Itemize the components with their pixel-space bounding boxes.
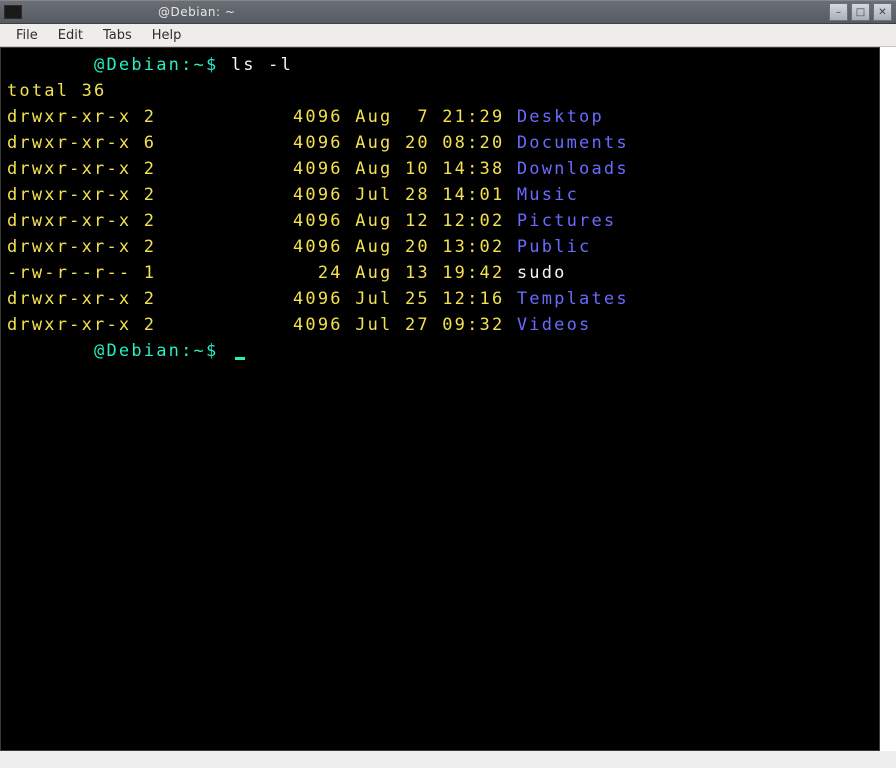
prompt-line: @Debian:~$ ls -l bbox=[7, 52, 873, 78]
ls-perms: drwxr-xr-x 2 bbox=[7, 211, 156, 231]
ls-perms: drwxr-xr-x 2 bbox=[7, 289, 156, 309]
window-controls: – □ ✕ bbox=[829, 3, 892, 21]
ls-size: 4096 bbox=[156, 237, 343, 257]
ls-entry: drwxr-xr-x 2 4096 Aug 10 14:38 Downloads bbox=[7, 156, 873, 182]
ls-perms: drwxr-xr-x 2 bbox=[7, 159, 156, 179]
ls-month: Jul bbox=[355, 315, 392, 335]
ls-time: 19:42 bbox=[442, 263, 504, 283]
ls-perms: drwxr-xr-x 2 bbox=[7, 107, 156, 127]
ls-name: Music bbox=[517, 185, 579, 205]
ls-month: Aug bbox=[355, 133, 392, 153]
ls-size: 4096 bbox=[156, 185, 343, 205]
ls-entry: drwxr-xr-x 6 4096 Aug 20 08:20 Documents bbox=[7, 130, 873, 156]
ls-day: 7 bbox=[405, 107, 430, 127]
ls-name: sudo bbox=[517, 263, 567, 283]
ls-entry: drwxr-xr-x 2 4096 Jul 27 09:32 Videos bbox=[7, 312, 873, 338]
ls-name: Public bbox=[517, 237, 592, 257]
ls-day: 20 bbox=[405, 237, 430, 257]
menu-edit[interactable]: Edit bbox=[48, 26, 93, 45]
menu-file[interactable]: File bbox=[6, 26, 48, 45]
terminal-viewport[interactable]: @Debian:~$ ls -ltotal 36drwxr-xr-x 2 409… bbox=[0, 47, 880, 751]
ls-time: 14:38 bbox=[442, 159, 504, 179]
ls-time: 12:16 bbox=[442, 289, 504, 309]
typed-command: ls -l bbox=[231, 55, 293, 75]
ls-month: Jul bbox=[355, 289, 392, 309]
ls-name: Templates bbox=[517, 289, 629, 309]
ls-entry: -rw-r--r-- 1 24 Aug 13 19:42 sudo bbox=[7, 260, 873, 286]
ls-size: 24 bbox=[156, 263, 343, 283]
ls-name: Desktop bbox=[517, 107, 604, 127]
ls-entry: drwxr-xr-x 2 4096 Jul 25 12:16 Templates bbox=[7, 286, 873, 312]
ls-name: Documents bbox=[517, 133, 629, 153]
ls-perms: drwxr-xr-x 6 bbox=[7, 133, 156, 153]
ls-time: 12:02 bbox=[442, 211, 504, 231]
ls-day: 27 bbox=[405, 315, 430, 335]
ls-month: Aug bbox=[355, 159, 392, 179]
ls-month: Jul bbox=[355, 185, 392, 205]
ls-day: 13 bbox=[405, 263, 430, 283]
ls-month: Aug bbox=[355, 263, 392, 283]
ls-time: 08:20 bbox=[442, 133, 504, 153]
ls-size: 4096 bbox=[156, 159, 343, 179]
ls-day: 20 bbox=[405, 133, 430, 153]
ls-month: Aug bbox=[355, 211, 392, 231]
ls-size: 4096 bbox=[156, 211, 343, 231]
ls-day: 25 bbox=[405, 289, 430, 309]
ls-size: 4096 bbox=[156, 289, 343, 309]
window-title: @Debian: ~ bbox=[158, 5, 235, 19]
maximize-button[interactable]: □ bbox=[851, 3, 870, 21]
ls-perms: drwxr-xr-x 2 bbox=[7, 185, 156, 205]
menu-tabs[interactable]: Tabs bbox=[93, 26, 142, 45]
ls-size: 4096 bbox=[156, 107, 343, 127]
terminal-app-icon bbox=[4, 5, 22, 19]
ls-time: 13:02 bbox=[442, 237, 504, 257]
minimize-button[interactable]: – bbox=[829, 3, 848, 21]
ls-time: 21:29 bbox=[442, 107, 504, 127]
ls-size: 4096 bbox=[156, 315, 343, 335]
ls-month: Aug bbox=[355, 107, 392, 127]
ls-name: Videos bbox=[517, 315, 592, 335]
ls-day: 10 bbox=[405, 159, 430, 179]
prompt-host: @Debian: bbox=[94, 341, 193, 361]
menubar: File Edit Tabs Help bbox=[0, 24, 896, 47]
window-titlebar[interactable]: @Debian: ~ – □ ✕ bbox=[0, 0, 896, 24]
ls-total-line: total 36 bbox=[7, 78, 873, 104]
ls-time: 14:01 bbox=[442, 185, 504, 205]
prompt-path: ~ bbox=[194, 55, 206, 75]
prompt-line: @Debian:~$ bbox=[7, 338, 873, 364]
ls-perms: drwxr-xr-x 2 bbox=[7, 237, 156, 257]
ls-day: 12 bbox=[405, 211, 430, 231]
ls-entry: drwxr-xr-x 2 4096 Aug 7 21:29 Desktop bbox=[7, 104, 873, 130]
ls-name: Downloads bbox=[517, 159, 629, 179]
ls-perms: drwxr-xr-x 2 bbox=[7, 315, 156, 335]
ls-name: Pictures bbox=[517, 211, 616, 231]
ls-entry: drwxr-xr-x 2 4096 Aug 20 13:02 Public bbox=[7, 234, 873, 260]
prompt-host: @Debian: bbox=[94, 55, 193, 75]
ls-perms: -rw-r--r-- 1 bbox=[7, 263, 156, 283]
text-cursor bbox=[235, 357, 245, 360]
ls-size: 4096 bbox=[156, 133, 343, 153]
ls-time: 09:32 bbox=[442, 315, 504, 335]
ls-entry: drwxr-xr-x 2 4096 Aug 12 12:02 Pictures bbox=[7, 208, 873, 234]
close-button[interactable]: ✕ bbox=[873, 3, 892, 21]
prompt-symbol: $ bbox=[206, 55, 218, 75]
menu-help[interactable]: Help bbox=[142, 26, 192, 45]
prompt-symbol: $ bbox=[206, 341, 218, 361]
ls-entry: drwxr-xr-x 2 4096 Jul 28 14:01 Music bbox=[7, 182, 873, 208]
prompt-path: ~ bbox=[194, 341, 206, 361]
ls-month: Aug bbox=[355, 237, 392, 257]
ls-day: 28 bbox=[405, 185, 430, 205]
terminal-window: @Debian: ~ – □ ✕ File Edit Tabs Help @De… bbox=[0, 0, 896, 751]
